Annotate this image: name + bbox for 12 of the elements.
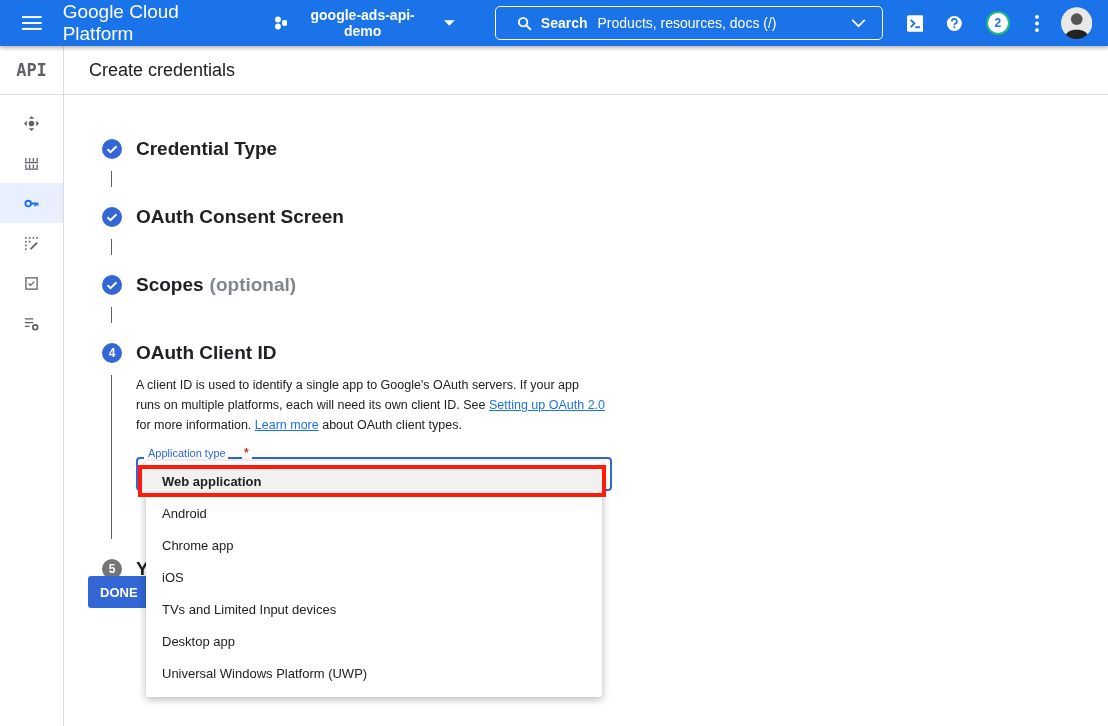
api-logo: API [0, 46, 63, 95]
step-title: OAuth Client ID [136, 342, 277, 364]
step-title: Credential Type [136, 138, 278, 160]
step-hint: (optional) [209, 274, 297, 296]
required-mark: * [242, 447, 252, 460]
step-number: 5 [102, 559, 122, 579]
page-title: Create credentials [89, 59, 236, 81]
step-title: Scopes [136, 274, 204, 296]
step-number: 4 [102, 343, 122, 363]
step-description: A client ID is used to identify a single app to Google's OAuth servers. If your app runs on multiple platforms, each will need its own client ID. See Setting up OAuth 2.0 for more information. Learn more about OAuth client types. [136, 377, 606, 434]
field-label: Application type [144, 447, 228, 460]
step-title: OAuth Consent Screen [136, 206, 344, 228]
